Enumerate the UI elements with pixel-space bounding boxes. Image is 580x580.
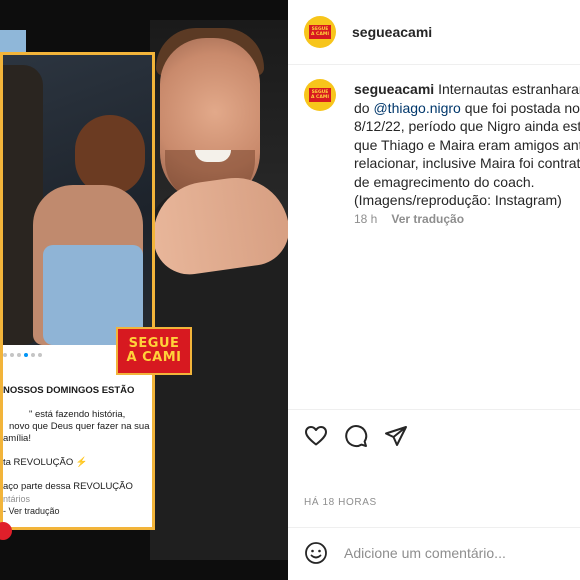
avatar-logo-line: A CAMI	[311, 95, 329, 100]
logo-text-line: SEGUE	[128, 336, 180, 351]
carousel-dot	[31, 353, 35, 357]
caption-line: segueacami Internautas estranharam	[354, 80, 580, 99]
caption-username[interactable]: segueacami	[354, 81, 434, 97]
emoji-icon[interactable]	[304, 541, 328, 565]
caption-age: 18 h	[354, 212, 378, 226]
embedded-post-screenshot: NOSSOS DOMINGOS ESTÃO " está fazendo his…	[0, 52, 155, 530]
post-timestamp[interactable]: HÁ 18 HORAS	[304, 497, 377, 508]
carousel-dots	[3, 353, 42, 357]
red-circle-mark	[0, 522, 12, 540]
post-media[interactable]: NOSSOS DOMINGOS ESTÃO " está fazendo his…	[0, 0, 288, 580]
caption-text: que foi postada no	[460, 99, 580, 116]
card-line: novo que Deus quer fazer na sua	[9, 421, 150, 432]
translate-link[interactable]: Ver tradução	[391, 212, 464, 226]
divider	[288, 409, 580, 410]
card-line	[3, 469, 152, 481]
caption-line: relacionar, inclusive Maira foi contrat	[354, 155, 580, 171]
caption-text: Internautas estranharam	[438, 81, 580, 97]
caption-line: (Imagens/reprodução: Instagram)	[354, 192, 562, 208]
comment-icon[interactable]	[344, 424, 368, 448]
caption-meta: 18 h Ver tradução	[354, 212, 464, 226]
avatar-logo-line: A CAMI	[311, 32, 329, 37]
avatar[interactable]: SEGUE A CAMI	[304, 16, 336, 48]
avatar-logo: SEGUE A CAMI	[309, 25, 331, 39]
card-line: " está fazendo história,	[29, 409, 126, 420]
photo-woman-hair	[75, 115, 145, 195]
embedded-post-photo	[3, 55, 152, 345]
segue-a-cami-logo: SEGUE A CAMI	[116, 327, 192, 375]
card-line: ta REVOLUÇÃO ⚡	[3, 457, 88, 468]
card-line: NOSSOS DOMINGOS ESTÃO	[3, 385, 135, 396]
embedded-post-caption: NOSSOS DOMINGOS ESTÃO " está fazendo his…	[3, 385, 152, 517]
heart-icon[interactable]	[304, 424, 328, 448]
carousel-dot	[38, 353, 42, 357]
mention-link[interactable]: @thiago.nigro	[373, 100, 460, 116]
post-header: SEGUE A CAMI segueacami	[288, 0, 580, 65]
divider	[288, 527, 580, 528]
card-line: aço parte dessa REVOLUÇÃO	[3, 481, 133, 492]
post-caption: segueacami Internautas estranharam do @t…	[354, 80, 580, 210]
caption-line: que Thiago e Maira eram amigos ant	[354, 136, 580, 153]
carousel-dot	[3, 353, 7, 357]
post-side-panel: SEGUE A CAMI segueacami SEGUE A CAMI seg…	[288, 0, 580, 580]
avatar-logo: SEGUE A CAMI	[309, 88, 331, 102]
comment-input[interactable]: Adicione um comentário...	[344, 545, 506, 561]
carousel-dot	[10, 353, 14, 357]
caption-line: 8/12/22, período que Nigro ainda est	[354, 118, 580, 134]
card-line: ntários	[3, 494, 31, 504]
carousel-dot-active	[24, 353, 28, 357]
share-icon[interactable]	[384, 424, 408, 448]
card-line	[3, 445, 152, 457]
card-line: - Ver tradução	[3, 506, 60, 516]
carousel-dot	[17, 353, 21, 357]
caption-text: do	[354, 99, 374, 116]
card-line: amília!	[3, 433, 31, 444]
logo-text-line: A CAMI	[126, 350, 182, 365]
caption-line: do @thiago.nigro que foi postada no	[354, 99, 580, 118]
caption-avatar[interactable]: SEGUE A CAMI	[304, 79, 336, 111]
caption-line: de emagrecimento do coach.	[354, 173, 535, 190]
card-line	[3, 397, 152, 409]
header-username[interactable]: segueacami	[352, 24, 432, 40]
